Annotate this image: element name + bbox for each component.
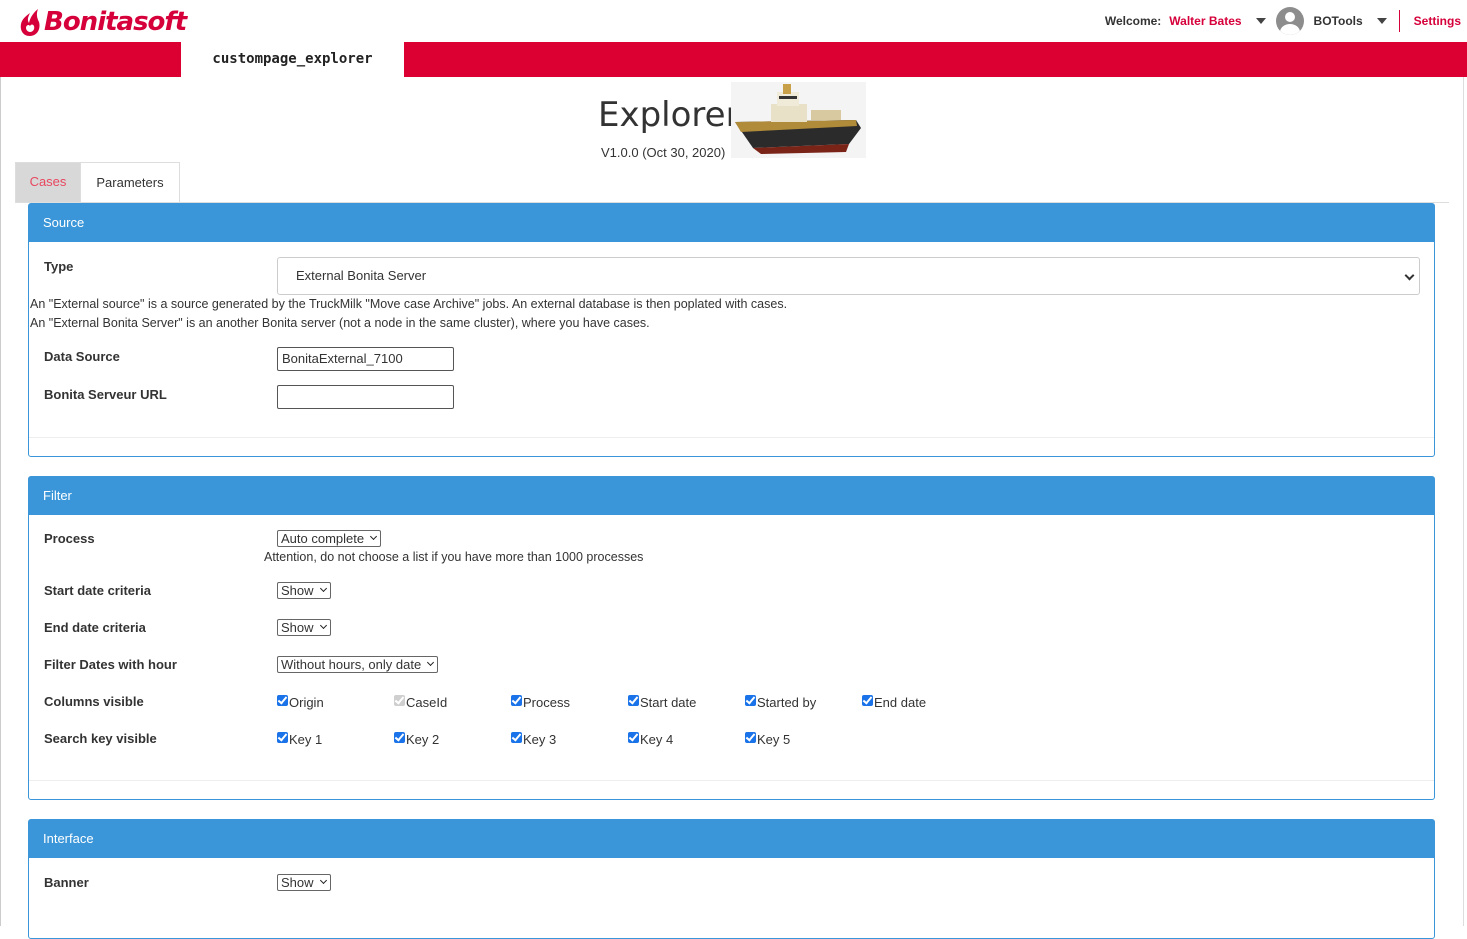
process-select-value: Auto complete bbox=[281, 531, 365, 546]
checkbox-icon[interactable] bbox=[277, 732, 288, 743]
banner-select-value: Show bbox=[281, 875, 314, 890]
column-caseid-checkbox: CaseId bbox=[394, 695, 447, 710]
source-note-bonita-server: An "External Bonita Server" is an anothe… bbox=[30, 316, 650, 330]
checkbox-icon[interactable] bbox=[628, 695, 639, 706]
tab-parameters[interactable]: Parameters bbox=[80, 162, 180, 202]
key-5-label: Key 5 bbox=[757, 732, 791, 747]
start-date-select[interactable]: Show bbox=[277, 582, 331, 599]
key-3-checkbox[interactable]: Key 3 bbox=[511, 732, 556, 747]
filter-heading: Filter bbox=[29, 477, 1434, 515]
start-date-label: Start date criteria bbox=[44, 583, 151, 598]
column-process-label: Process bbox=[523, 695, 570, 710]
source-note-external: An "External source" is a source generat… bbox=[30, 297, 788, 311]
bonitasoft-logo[interactable]: Bonitasoft bbox=[18, 4, 187, 40]
key-4-label: Key 4 bbox=[640, 732, 674, 747]
banner-select[interactable]: Show bbox=[277, 874, 331, 891]
user-name[interactable]: Walter Bates bbox=[1169, 14, 1241, 28]
column-start-date-checkbox[interactable]: Start date bbox=[628, 695, 696, 710]
app-tab-custompage-explorer[interactable]: custompage_explorer bbox=[181, 42, 404, 77]
chevron-down-icon bbox=[427, 658, 435, 667]
key-3-label: Key 3 bbox=[523, 732, 557, 747]
user-area: Welcome: Walter Bates BOTools Settings bbox=[1105, 0, 1461, 42]
process-select[interactable]: Auto complete bbox=[277, 530, 382, 547]
source-panel-footer bbox=[29, 437, 1434, 438]
filter-panel: Filter Process Auto complete Attention, … bbox=[28, 476, 1435, 800]
key-1-checkbox[interactable]: Key 1 bbox=[277, 732, 322, 747]
checkbox-icon[interactable] bbox=[511, 695, 522, 706]
main-tabs: Cases Parameters bbox=[15, 162, 180, 202]
column-start-date-label: Start date bbox=[640, 695, 697, 710]
frame-border bbox=[0, 77, 1, 926]
filter-hour-select-value: Without hours, only date bbox=[281, 657, 422, 672]
checkbox-icon[interactable] bbox=[745, 732, 756, 743]
column-end-date-label: End date bbox=[874, 695, 927, 710]
column-started-by-label: Started by bbox=[757, 695, 817, 710]
filter-hour-label: Filter Dates with hour bbox=[44, 657, 177, 672]
checkbox-icon[interactable] bbox=[394, 732, 405, 743]
settings-link[interactable]: Settings bbox=[1414, 14, 1461, 28]
end-date-select-value: Show bbox=[281, 620, 314, 635]
chevron-down-icon bbox=[319, 584, 327, 593]
column-origin-checkbox[interactable]: Origin bbox=[277, 695, 324, 710]
end-date-label: End date criteria bbox=[44, 620, 146, 635]
user-menu-caret-icon[interactable] bbox=[1255, 18, 1266, 24]
app-menu-caret-icon[interactable] bbox=[1376, 18, 1387, 24]
header-divider bbox=[1398, 10, 1400, 32]
end-date-select[interactable]: Show bbox=[277, 619, 331, 636]
ship-image bbox=[731, 82, 866, 158]
app-selector[interactable]: BOTools bbox=[1314, 14, 1363, 28]
key-2-checkbox[interactable]: Key 2 bbox=[394, 732, 439, 747]
source-heading: Source bbox=[29, 204, 1434, 242]
column-caseid-label: CaseId bbox=[406, 695, 448, 710]
key-5-checkbox[interactable]: Key 5 bbox=[745, 732, 790, 747]
data-source-input[interactable]: BonitaExternal_7100 bbox=[277, 347, 454, 371]
checkbox-icon[interactable] bbox=[277, 695, 288, 706]
chevron-down-icon bbox=[1404, 270, 1415, 281]
column-origin-label: Origin bbox=[289, 695, 324, 710]
column-started-by-checkbox[interactable]: Started by bbox=[745, 695, 816, 710]
key-1-label: Key 1 bbox=[289, 732, 323, 747]
source-panel: Source Type External Bonita Server An "E… bbox=[28, 203, 1435, 457]
bonita-logo-icon bbox=[20, 9, 40, 36]
checkbox-icon bbox=[394, 695, 405, 706]
type-select-value: External Bonita Server bbox=[296, 268, 427, 283]
process-label: Process bbox=[44, 531, 95, 546]
page-title: Explorer bbox=[598, 95, 740, 135]
checkbox-icon[interactable] bbox=[628, 732, 639, 743]
key-4-checkbox[interactable]: Key 4 bbox=[628, 732, 673, 747]
version-label: V1.0.0 (Oct 30, 2020) bbox=[601, 145, 726, 160]
checkbox-icon[interactable] bbox=[745, 695, 756, 706]
scrollbar-track[interactable] bbox=[1463, 77, 1464, 926]
top-header: Bonitasoft Welcome: Walter Bates BOTools… bbox=[0, 0, 1467, 42]
key-2-label: Key 2 bbox=[406, 732, 440, 747]
columns-visible-label: Columns visible bbox=[44, 694, 144, 709]
column-end-date-checkbox[interactable]: End date bbox=[862, 695, 926, 710]
type-label: Type bbox=[44, 259, 74, 274]
data-source-label: Data Source bbox=[44, 349, 120, 364]
app-nav-bar: custompage_explorer bbox=[0, 42, 1467, 77]
chevron-down-icon bbox=[319, 876, 327, 885]
chevron-down-icon bbox=[370, 532, 378, 541]
filter-hour-select[interactable]: Without hours, only date bbox=[277, 656, 439, 673]
search-key-label: Search key visible bbox=[44, 731, 157, 746]
checkbox-icon[interactable] bbox=[511, 732, 522, 743]
welcome-label: Welcome: bbox=[1104, 14, 1162, 28]
bonita-url-label: Bonita Serveur URL bbox=[44, 387, 167, 402]
filter-panel-footer bbox=[29, 780, 1434, 781]
chevron-down-icon bbox=[319, 621, 327, 630]
type-select[interactable]: External Bonita Server bbox=[277, 257, 1420, 295]
tab-cases[interactable]: Cases bbox=[15, 162, 81, 202]
column-process-checkbox[interactable]: Process bbox=[511, 695, 570, 710]
interface-heading: Interface bbox=[29, 820, 1434, 858]
banner-label: Banner bbox=[44, 875, 89, 890]
checkbox-icon[interactable] bbox=[862, 695, 873, 706]
interface-panel: Interface Banner Show bbox=[28, 819, 1435, 939]
bonita-url-input[interactable] bbox=[277, 385, 454, 409]
avatar-icon[interactable] bbox=[1275, 7, 1304, 35]
process-note: Attention, do not choose a list if you h… bbox=[264, 550, 644, 564]
brand-name: Bonitasoft bbox=[44, 7, 187, 37]
start-date-select-value: Show bbox=[281, 583, 314, 598]
